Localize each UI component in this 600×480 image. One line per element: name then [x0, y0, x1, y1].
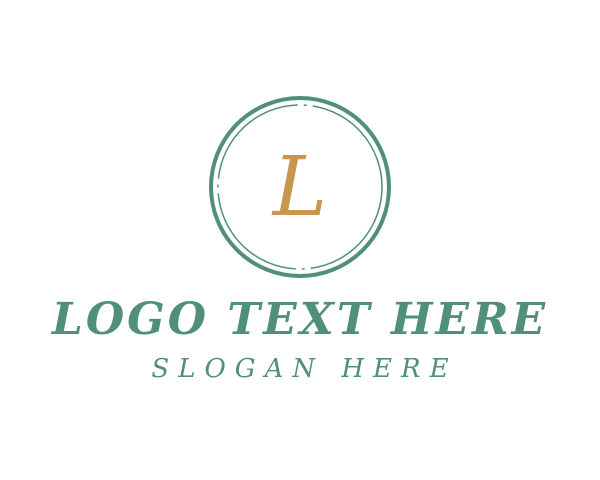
slogan: SLOGAN HERE: [151, 354, 458, 384]
emblem-svg: L: [209, 96, 391, 278]
brand-name: LOGO TEXT HERE: [51, 294, 549, 345]
monogram-letter: L: [271, 140, 327, 235]
logo-emblem: L: [205, 92, 395, 282]
